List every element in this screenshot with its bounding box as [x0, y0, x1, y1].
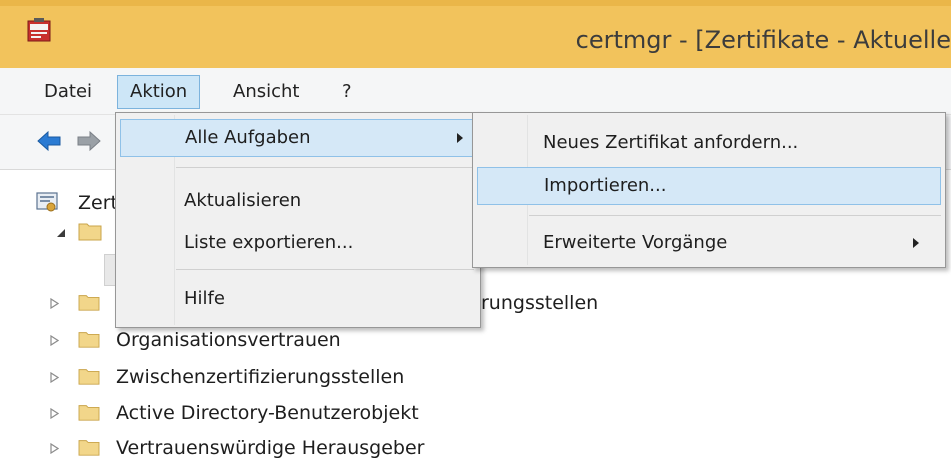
folder-icon [78, 332, 100, 348]
folder-icon [78, 405, 100, 421]
menu-entry-label: Importieren... [544, 175, 667, 196]
menu-entry-label: Aktualisieren [184, 190, 302, 211]
tree-item[interactable]: Zwischenzertifizierungsstellen [50, 360, 750, 394]
menu-entry-label: Hilfe [184, 288, 225, 309]
tree-item[interactable]: Organisationsvertrauen [50, 323, 750, 357]
menu-bar: Datei Aktion Ansicht ? [0, 68, 951, 115]
aktion-menu: Alle Aufgaben Aktualisieren Liste export… [115, 112, 481, 328]
collapse-arrow-icon[interactable] [56, 228, 66, 238]
tree-item-label: Organisationsvertrauen [116, 329, 341, 351]
menu-help[interactable]: ? [330, 76, 364, 108]
tree-item-label: rungsstellen [481, 292, 599, 314]
tree-item[interactable]: Active Directory-Benutzerobjekt [50, 396, 750, 430]
menu-entry-alle-aufgaben[interactable]: Alle Aufgaben [120, 119, 474, 157]
menu-entry-importieren[interactable]: Importieren... [477, 167, 941, 205]
menu-entry-label: Liste exportieren... [184, 232, 354, 253]
expand-arrow-icon[interactable] [50, 335, 59, 346]
menu-separator [529, 215, 941, 216]
tree-item-label: Active Directory-Benutzerobjekt [116, 402, 419, 424]
expand-arrow-icon[interactable] [50, 408, 59, 419]
title-bar-top-edge [0, 0, 951, 6]
submenu-arrow-icon [457, 133, 463, 143]
menu-separator [176, 269, 474, 270]
menu-aktion[interactable]: Aktion [117, 75, 201, 109]
title-bar: certmgr - [Zertifikate - Aktuelle [0, 0, 951, 68]
menu-entry-label: Neues Zertifikat anfordern... [543, 132, 799, 153]
folder-icon [78, 440, 100, 456]
certificate-store-icon [36, 192, 58, 212]
certmgr-app-icon[interactable] [26, 18, 52, 44]
menu-ansicht[interactable]: Ansicht [221, 76, 311, 108]
folder-icon [78, 223, 102, 241]
menu-separator [176, 167, 474, 168]
window-title: certmgr - [Zertifikate - Aktuelle [575, 26, 951, 54]
expand-arrow-icon[interactable] [50, 372, 59, 383]
submenu-arrow-icon [913, 238, 919, 248]
tree-item[interactable]: Vertrauenswürdige Herausgeber [50, 431, 750, 465]
menu-entry-label: Erweiterte Vorgänge [543, 232, 728, 253]
tree-root-label: Zert [78, 192, 118, 214]
menu-entry-neues-zertifikat[interactable]: Neues Zertifikat anfordern... [477, 125, 939, 161]
back-arrow-icon[interactable] [36, 129, 62, 153]
folder-icon [78, 369, 100, 385]
menu-datei[interactable]: Datei [32, 76, 104, 108]
expand-arrow-icon[interactable] [50, 443, 59, 454]
menu-entry-liste-exportieren[interactable]: Liste exportieren... [120, 225, 472, 261]
tree-item-label: Vertrauenswürdige Herausgeber [116, 437, 425, 459]
tree-item-label: Zwischenzertifizierungsstellen [116, 366, 405, 388]
menu-entry-label: Alle Aufgaben [185, 127, 311, 148]
alle-aufgaben-submenu: Neues Zertifikat anfordern... Importiere… [472, 112, 946, 268]
folder-icon [78, 295, 100, 311]
menu-entry-aktualisieren[interactable]: Aktualisieren [120, 183, 472, 219]
menu-entry-erweiterte-vorgaenge[interactable]: Erweiterte Vorgänge [477, 225, 939, 261]
forward-arrow-icon[interactable] [76, 129, 102, 153]
expand-arrow-icon[interactable] [50, 298, 59, 309]
menu-entry-hilfe[interactable]: Hilfe [120, 281, 472, 317]
